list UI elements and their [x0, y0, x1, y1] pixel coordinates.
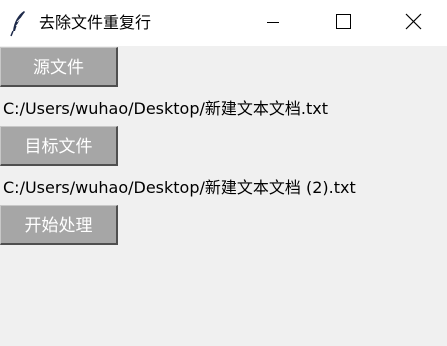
window-title: 去除文件重复行 — [39, 13, 152, 32]
select-source-file-button[interactable]: 源文件 — [0, 47, 118, 87]
maximize-icon — [336, 14, 351, 29]
source-path-label: C:/Users/wuhao/Desktop/新建文本文档.txt — [3, 99, 328, 118]
minimize-icon — [267, 22, 279, 23]
title-bar[interactable]: 去除文件重复行 — [0, 0, 447, 46]
start-processing-button[interactable]: 开始处理 — [0, 205, 118, 245]
minimize-button[interactable] — [250, 0, 296, 46]
feather-icon — [10, 9, 28, 37]
maximize-button[interactable] — [319, 0, 365, 46]
select-target-file-button[interactable]: 目标文件 — [0, 126, 118, 166]
close-button[interactable] — [390, 0, 436, 46]
close-icon — [405, 13, 422, 30]
target-path-label: C:/Users/wuhao/Desktop/新建文本文档 (2).txt — [3, 178, 356, 197]
